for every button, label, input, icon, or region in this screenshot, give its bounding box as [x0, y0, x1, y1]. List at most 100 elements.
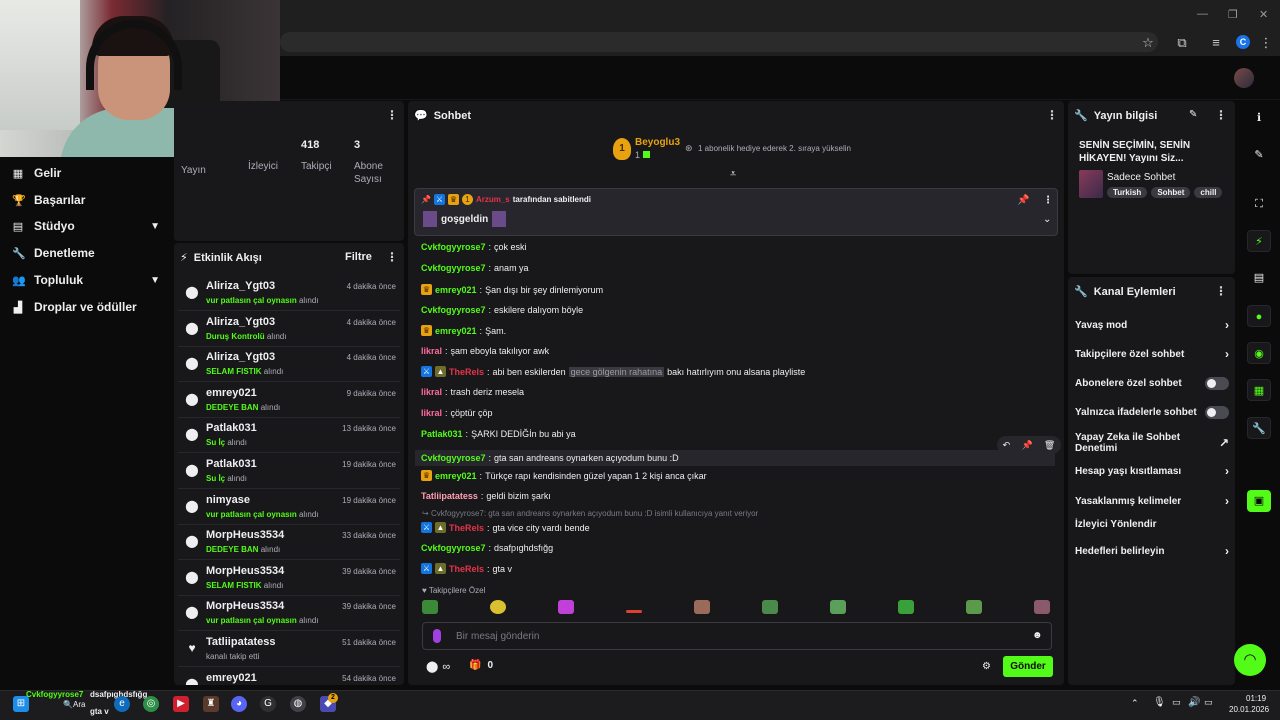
emote-icon[interactable]	[1034, 600, 1050, 614]
activity-row[interactable]: ⬤ emrey021 DEDEYE BAN alındı 9 dakika önce	[178, 383, 400, 418]
fullscreen-icon[interactable]: ⛶	[1247, 193, 1271, 215]
activity-username[interactable]: Patlak031	[206, 458, 257, 470]
microphone-icon[interactable]	[433, 629, 441, 643]
activity-username[interactable]: Aliriza_Ygt03	[206, 280, 275, 292]
chrome-icon[interactable]: ◎	[143, 696, 159, 712]
emote-icon[interactable]	[830, 600, 846, 614]
channel-action-item[interactable]: Yavaş mod ›	[1075, 318, 1229, 332]
microphone-icon[interactable]: 🎙	[1153, 697, 1166, 708]
media-icon[interactable]: ≡	[1208, 35, 1224, 51]
tag-chip[interactable]: Sohbet	[1151, 187, 1191, 198]
chat-username[interactable]: likral	[421, 346, 442, 356]
kebab-menu-icon[interactable]: ⋮	[386, 250, 398, 264]
activity-row[interactable]: ⬤ MorpHeus3534 vur patlasın çal oynasın al…	[178, 596, 400, 632]
edge-icon[interactable]: e	[114, 696, 130, 712]
emote-icon[interactable]	[694, 600, 710, 614]
chat-settings-icon[interactable]: ⚙	[982, 661, 991, 672]
tag-chip[interactable]: chill	[1194, 187, 1223, 198]
category-thumbnail[interactable]	[1079, 170, 1103, 198]
chat-message[interactable]: ♛ emrey021: Türkçe rapı kendisinden güzel …	[421, 470, 707, 481]
chat-username[interactable]: Cvkfogyyrose7	[421, 543, 486, 553]
activity-username[interactable]: MorpHeus3534	[206, 565, 284, 577]
clock-date[interactable]: 20.01.2026	[1229, 705, 1269, 714]
chat-message[interactable]: Cvkfogyyrose7: eskilere dalıyom böyle	[421, 305, 583, 315]
wrench-icon[interactable]: 🔧	[1247, 417, 1271, 439]
nav-studyo[interactable]: ▤ Stüdyo ▼	[12, 219, 160, 233]
chat-username[interactable]: Cvkfogyyrose7	[421, 263, 486, 273]
chevron-right-icon[interactable]: ›	[1225, 464, 1229, 478]
kebab-menu-icon[interactable]: ⋮	[1043, 195, 1053, 206]
user-avatar[interactable]	[1234, 68, 1254, 88]
chat-username[interactable]: Cvkfogyyrose7	[421, 242, 486, 252]
chevron-up-icon[interactable]: ⌃	[1131, 698, 1139, 709]
chevron-right-icon[interactable]: ›	[1225, 494, 1229, 508]
chat-message[interactable]: Tatliipatatess: geldi bizim şarkı	[421, 491, 551, 501]
activity-username[interactable]: Patlak031	[206, 422, 257, 434]
top-gifter-name[interactable]: Beyoglu3	[635, 137, 680, 148]
kebab-menu-icon[interactable]: ⋮	[386, 108, 398, 122]
layout-icon[interactable]: ▦	[1247, 379, 1271, 401]
activity-username[interactable]: Aliriza_Ygt03	[206, 316, 275, 328]
pinned-by-user[interactable]: Arzum_s	[476, 195, 510, 204]
reply-icon[interactable]: ↶	[1003, 440, 1011, 451]
emote-icon[interactable]	[762, 600, 778, 614]
chat-message[interactable]: ♛ emrey021: Şam.	[421, 325, 506, 336]
channel-action-item[interactable]: İzleyici Yönlendir	[1075, 519, 1229, 530]
nav-denetleme[interactable]: 🔧 Denetleme	[12, 246, 160, 260]
emote-icon[interactable]	[422, 600, 438, 614]
chat-message[interactable]: Cvkfogyyrose7: anam ya	[421, 263, 529, 273]
activity-row[interactable]: ⬤ Patlak031 Su İç alındı 19 dakika önce	[178, 454, 400, 489]
chevron-right-icon[interactable]: ›	[1225, 347, 1229, 361]
activity-row[interactable]: ♥ Tatliipatatess kanalı takip etti 51 dakik…	[178, 632, 400, 667]
clock-time[interactable]: 01:19	[1246, 694, 1266, 703]
support-headset-icon[interactable]: ◠	[1234, 644, 1266, 676]
delete-icon[interactable]: 🗑	[1044, 440, 1055, 451]
minimize-icon[interactable]: —	[1197, 8, 1208, 20]
volume-icon[interactable]: 🔊	[1188, 697, 1200, 708]
app-red-icon[interactable]: ▶	[173, 696, 189, 712]
chat-username[interactable]: Cvkfogyyrose7	[421, 305, 486, 315]
chat-username[interactable]: Patlak031	[421, 429, 463, 439]
chat-message[interactable]: Cvkfogyyrose7: gta san andreans oynarken …	[415, 450, 1055, 466]
chevron-down-icon[interactable]: ⌄	[1043, 214, 1051, 225]
chat-input[interactable]: Bir mesaj gönderin ☻	[422, 622, 1052, 650]
chat-message[interactable]: Patlak031: ŞARKI DEDİĞİn bu abi ya	[421, 429, 576, 439]
restore-icon[interactable]: ❐	[1228, 8, 1238, 21]
tag-chip[interactable]: Turkish	[1107, 187, 1148, 198]
game-icon[interactable]: ♜	[203, 696, 219, 712]
pencil-icon[interactable]: ✎	[1247, 144, 1271, 166]
channel-action-item[interactable]: Yapay Zeka ile Sohbet Denetimi ↗	[1075, 432, 1229, 454]
activity-row[interactable]: ⬤ MorpHeus3534 SELAM FISTIK alındı 39 dakik…	[178, 561, 400, 596]
external-link-icon[interactable]: ↗	[1219, 436, 1229, 450]
app-icon[interactable]: ▣	[1247, 490, 1271, 512]
scroll-to-latest-icon[interactable]: ⩡	[730, 168, 736, 181]
activity-row[interactable]: ⬤ Patlak031 Su İç alındı 13 dakika önce	[178, 418, 400, 454]
address-bar[interactable]	[280, 32, 1158, 52]
chat-username[interactable]: TheRels	[449, 367, 484, 377]
activity-row[interactable]: ⬤ Aliriza_Ygt03 vur patlasın çal oynasın a…	[178, 276, 400, 311]
chevron-down-icon[interactable]: ▼	[150, 275, 160, 286]
chat-icon[interactable]: ●	[1247, 305, 1271, 327]
chat-username[interactable]: Tatliipatatess	[421, 491, 478, 501]
activity-username[interactable]: MorpHeus3534	[206, 600, 284, 612]
send-button[interactable]: Gönder	[1003, 656, 1053, 677]
unpin-icon[interactable]: 📌	[1017, 195, 1029, 206]
chat-message[interactable]: ⚔ ▲ TheRels: gta vice city vardı bende	[421, 522, 590, 533]
channel-action-item[interactable]: Yasaklanmış kelimeler ›	[1075, 494, 1229, 508]
toggle-switch[interactable]	[1205, 377, 1229, 390]
activity-row[interactable]: ⬤ emrey021 54 dakika önce	[178, 668, 400, 685]
chat-message[interactable]: ♛ emrey021: Şan dışı bir şey dinlemiyorum	[421, 284, 603, 295]
activity-row[interactable]: ⬤ MorpHeus3534 DEDEYE BAN alındı 33 dakika …	[178, 525, 400, 561]
bookmark-star-icon[interactable]: ☆	[1140, 35, 1156, 51]
chat-message[interactable]: ⚔ ▲ TheRels: gta v	[421, 563, 512, 574]
category-name[interactable]: Sadece Sohbet	[1107, 172, 1175, 183]
battery-icon[interactable]: ▭	[1204, 697, 1213, 708]
chevron-right-icon[interactable]: ›	[1225, 318, 1229, 332]
activity-username[interactable]: emrey021	[206, 672, 257, 684]
chat-message[interactable]: likral: trash deriz mesela	[421, 387, 524, 397]
close-icon[interactable]: ✕	[1259, 8, 1268, 21]
search-icon[interactable]: 🔍	[63, 700, 73, 709]
chevron-down-icon[interactable]: ▼	[150, 221, 160, 232]
chat-username[interactable]: emrey021	[435, 326, 477, 336]
chat-message[interactable]: Cvkfogyyrose7: çok eski	[421, 242, 527, 252]
